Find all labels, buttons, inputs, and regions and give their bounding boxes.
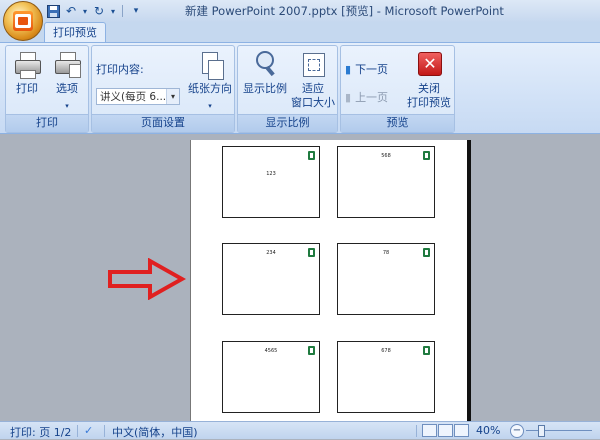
slide-thumbnail: 78 (337, 243, 435, 315)
window-title: 新建 PowerPoint 2007.pptx [预览] - Microsoft… (185, 4, 504, 18)
title-bar: ↶ ▾ ↻ ▾ ▾ 新建 PowerPoint 2007.pptx [预览] -… (0, 0, 600, 22)
slide-text: 234 (266, 250, 276, 256)
print-content-label: 打印内容: (96, 63, 144, 76)
slide-text: 4565 (264, 348, 278, 354)
slide-text: 678 (381, 348, 391, 354)
fit-label-2: 窗口大小 (291, 96, 335, 109)
customize-qat-icon[interactable]: ▾ (129, 4, 143, 18)
slide-sorter-icon[interactable] (438, 424, 453, 437)
normal-view-icon[interactable] (422, 424, 437, 437)
office-logo-icon (13, 11, 33, 31)
zoom-out-icon[interactable]: − (510, 424, 524, 438)
close-icon: ✕ (415, 50, 443, 78)
group-page-setup: 打印内容: 讲义(每页 6... ▾ 纸张方向 ▾ 页面设置 (91, 45, 235, 133)
group-label-print: 打印 (6, 114, 88, 132)
close-label-1: 关闭 (418, 82, 440, 95)
status-bar: 打印: 页 1/2 ✓ 中文(简体，中国) 40% − (0, 421, 600, 439)
slide-thumbnail: 568 (337, 146, 435, 218)
group-label-page-setup: 页面设置 (92, 114, 234, 132)
slide-text: 78 (382, 250, 390, 256)
annotation-arrow-icon (108, 258, 186, 300)
separator (104, 425, 105, 437)
prev-page-label: 上一页 (355, 91, 389, 104)
fit-label-1: 适应 (302, 82, 324, 95)
tab-print-preview[interactable]: 打印预览 (44, 22, 106, 42)
group-print: 打印 选项 ▾ 打印 (5, 45, 89, 133)
page-orientation-icon (196, 50, 224, 80)
print-options-icon (53, 50, 81, 78)
orientation-label: 纸张方向 (188, 82, 232, 95)
close-label-2: 打印预览 (407, 96, 451, 109)
group-zoom: 显示比例 适应 窗口大小 显示比例 (237, 45, 338, 133)
print-content-value: 讲义(每页 6... (100, 91, 167, 103)
prev-page-button[interactable]: ▮ 上一页 (345, 88, 388, 106)
zoom-slider-track[interactable] (526, 430, 592, 431)
print-button[interactable]: 打印 (10, 50, 44, 96)
printer-icon (13, 50, 41, 79)
slideshow-icon[interactable] (454, 424, 469, 437)
separator (77, 425, 78, 437)
slide-text: 568 (381, 153, 391, 159)
undo-icon[interactable]: ↶ (64, 4, 78, 18)
separator (416, 425, 417, 437)
orientation-button[interactable]: 纸张方向 ▾ (186, 50, 234, 113)
group-label-zoom: 显示比例 (238, 114, 337, 132)
zoom-label: 显示比例 (243, 82, 287, 95)
magnifier-icon (251, 50, 279, 78)
quick-access-toolbar: ↶ ▾ ↻ ▾ ▾ (46, 2, 143, 20)
dropdown-small-icon[interactable]: ▾ (82, 4, 88, 18)
print-content-select[interactable]: 讲义(每页 6... ▾ (96, 88, 180, 105)
slide-thumbnail: 678 (337, 341, 435, 413)
save-icon[interactable] (46, 4, 60, 18)
ribbon: 打印 选项 ▾ 打印 打印内容: 讲义(每页 6... ▾ 纸张方向 ▾ 页面设… (0, 42, 600, 134)
separator (122, 5, 123, 17)
fit-window-button[interactable]: 适应 窗口大小 (290, 50, 336, 110)
print-label: 打印 (16, 82, 38, 95)
redo-icon[interactable]: ↻ (92, 4, 106, 18)
zoom-level[interactable]: 40% (476, 424, 500, 437)
slide-thumbnail: 234 (222, 243, 320, 315)
group-preview: ▮ 下一页 ▮ 上一页 ✕ 关闭 打印预览 预览 (340, 45, 455, 133)
fit-to-window-icon (299, 50, 327, 78)
options-label: 选项 (56, 82, 78, 95)
spellcheck-icon[interactable]: ✓ (84, 424, 93, 437)
next-page-label: 下一页 (355, 63, 389, 76)
chevron-down-icon: ▾ (65, 102, 69, 110)
dropdown-small-icon[interactable]: ▾ (110, 4, 116, 18)
slide-logo-icon (308, 151, 315, 160)
slide-thumbnail: 123 (222, 146, 320, 218)
page-edge (467, 140, 471, 421)
close-preview-button[interactable]: ✕ 关闭 打印预览 (405, 50, 453, 110)
zoom-slider-thumb[interactable] (538, 425, 545, 437)
office-button[interactable] (3, 1, 43, 41)
next-page-icon: ▮ (345, 62, 352, 76)
options-button[interactable]: 选项 ▾ (48, 50, 86, 113)
chevron-down-icon: ▾ (208, 102, 212, 110)
slide-text: 123 (266, 171, 276, 177)
group-label-preview: 预览 (341, 114, 454, 132)
chevron-down-icon: ▾ (166, 89, 179, 104)
next-page-button[interactable]: ▮ 下一页 (345, 60, 388, 78)
prev-page-icon: ▮ (345, 90, 352, 104)
slide-thumbnail: 4565 (222, 341, 320, 413)
zoom-button[interactable]: 显示比例 (242, 50, 288, 96)
